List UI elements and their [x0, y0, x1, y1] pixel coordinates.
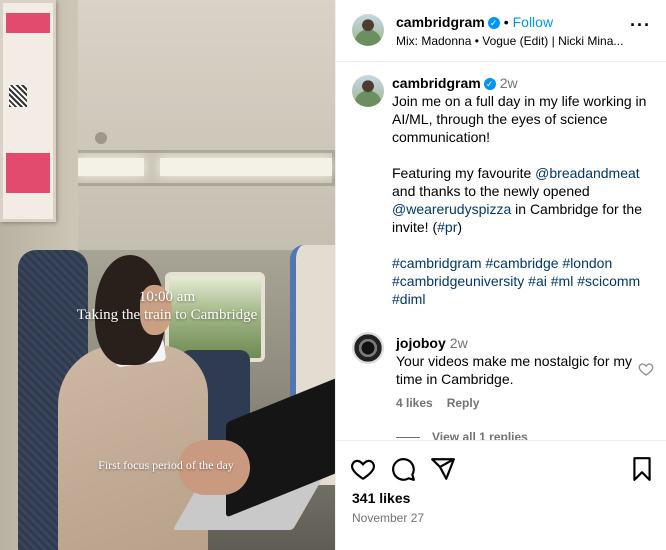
heart-icon[interactable] — [350, 456, 376, 482]
caption-username[interactable]: cambridgram — [392, 75, 481, 91]
caption-author-avatar[interactable] — [352, 75, 384, 107]
comment: jojoboy 2w Your videos make me nostalgic … — [396, 334, 641, 388]
post-date[interactable]: November 27 — [352, 511, 424, 525]
ceiling-vent — [95, 132, 107, 144]
mention-link[interactable]: @wearerudyspizza — [392, 201, 511, 217]
caption-text-span: ) — [457, 219, 463, 235]
comment-text: Your videos make me nostalgic for my tim… — [396, 353, 633, 387]
wall-poster — [0, 0, 56, 222]
commenter-avatar[interactable] — [352, 332, 384, 364]
mention-link[interactable]: @breadandmeat — [535, 165, 640, 181]
caption-paragraph: Join me on a full day in my life working… — [392, 93, 647, 145]
caption-time[interactable]: 2w — [500, 75, 518, 91]
caption-text: Join me on a full day in my life working… — [392, 92, 654, 308]
post-caption: cambridgram ✓ 2w Join me on a full day in … — [392, 74, 654, 308]
caption-text-span: and thanks to the newly opened — [392, 183, 590, 199]
verified-badge-icon: ✓ — [483, 78, 496, 90]
comment-time: 2w — [449, 335, 468, 351]
post-actions: 341 likes November 27 — [336, 440, 666, 550]
separator: • — [503, 14, 509, 30]
video-caption-sub: First focus period of the day — [98, 458, 234, 472]
share-icon[interactable] — [430, 456, 456, 482]
post-header: cambridgram ✓ • Follow Mix: Madonna • Vogue… — [336, 0, 666, 62]
audio-track-link[interactable]: Mix: Madonna • Vogue (Edit) | Nicki Mina… — [396, 34, 626, 48]
comment-heart-icon[interactable] — [638, 361, 654, 377]
more-icon[interactable]: ··· — [630, 16, 651, 34]
comment-likes[interactable]: 4 likes — [396, 396, 433, 410]
bookmark-icon[interactable] — [629, 456, 655, 482]
train-ceiling — [60, 0, 335, 250]
verified-badge-icon: ✓ — [487, 17, 500, 29]
hashtag-list[interactable]: #cambridgram #cambridge #london #cambrid… — [392, 254, 654, 308]
caption-time: 10:00 am — [138, 289, 196, 305]
caption-text-span: Featuring my favourite — [392, 165, 536, 181]
author-avatar[interactable] — [352, 14, 384, 46]
post-media[interactable]: 10:00 am Taking the train to Cambridge F… — [0, 0, 335, 550]
comment-username[interactable]: jojoboy — [396, 335, 446, 351]
hashtag-link[interactable]: #pr — [437, 219, 457, 235]
reply-button[interactable]: Reply — [447, 396, 480, 410]
caption-title: Taking the train to Cambridge — [76, 307, 258, 323]
author-line: cambridgram ✓ • Follow — [396, 14, 553, 32]
comment-icon[interactable] — [390, 456, 416, 482]
video-caption-time: 10:00 am Taking the train to Cambridge — [62, 288, 272, 324]
follow-button[interactable]: Follow — [513, 14, 553, 30]
ceiling-light — [160, 158, 332, 176]
comment-meta: 4 likes Reply — [396, 396, 493, 410]
like-count[interactable]: 341 likes — [352, 490, 410, 506]
author-username[interactable]: cambridgram — [396, 14, 485, 30]
caption-paragraph: Featuring my favourite @breadandmeat and… — [392, 164, 654, 236]
ceiling-light — [78, 158, 144, 176]
post-side-panel: cambridgram ✓ • Follow Mix: Madonna • Vogue… — [335, 0, 666, 550]
